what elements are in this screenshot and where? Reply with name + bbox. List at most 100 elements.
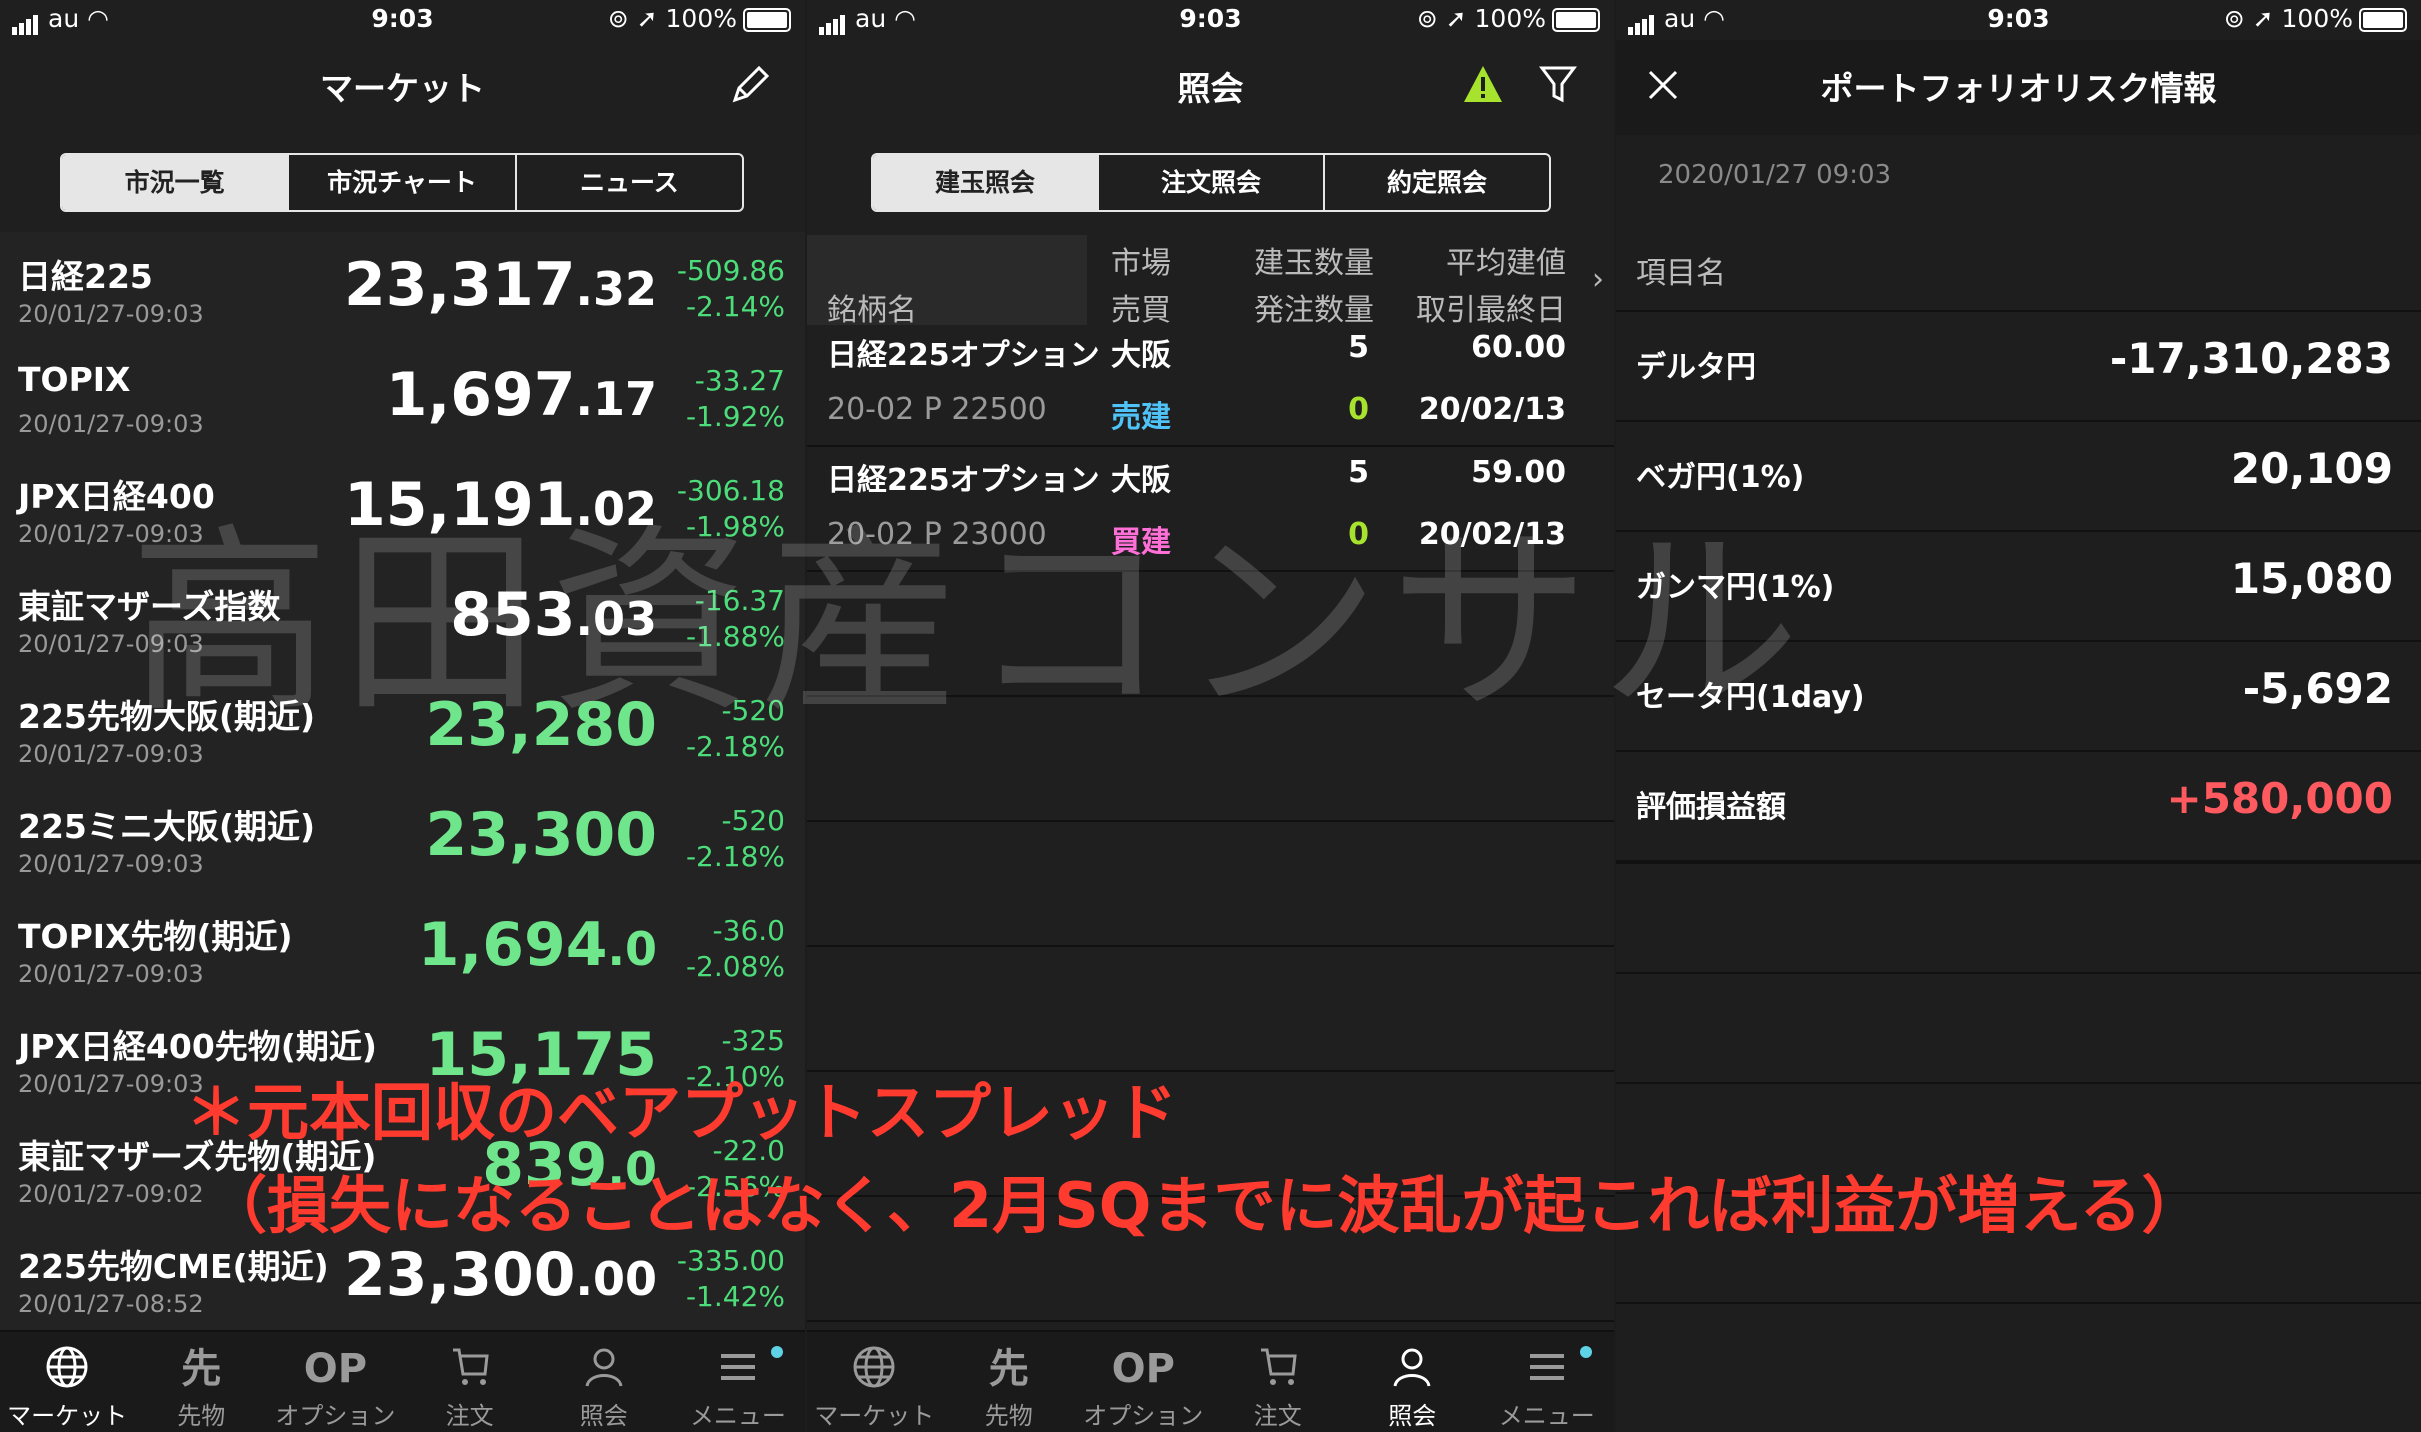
instrument-name: 225ミニ大阪(期近) <box>18 807 316 846</box>
market-row[interactable]: JPX日経400 20/01/27-09:03 15,191.02 -306.18 -1… <box>0 452 805 564</box>
warning-icon[interactable] <box>1462 64 1504 104</box>
cart-icon <box>1260 1348 1297 1385</box>
menu-list-icon <box>1529 1354 1564 1380</box>
row-divider <box>807 445 1614 447</box>
last-price: 23,280 <box>425 690 657 760</box>
tab-option[interactable]: OP オプション <box>268 1332 402 1432</box>
option-icon: OP <box>1111 1346 1175 1392</box>
position-code: 20-02 P 22500 <box>827 392 1047 427</box>
chevron-right-icon[interactable]: › <box>1592 262 1604 297</box>
tab-market[interactable]: マーケット <box>0 1332 134 1432</box>
instrument-name: JPX日経400 <box>18 477 215 516</box>
tab-market-chart[interactable]: 市況チャート <box>289 155 517 210</box>
tab-inquiry[interactable]: 照会 <box>1345 1332 1480 1432</box>
tab-label: メニュー <box>1498 1402 1595 1430</box>
badge-dot-icon <box>771 1346 784 1358</box>
header-qty: 建玉数量 <box>1254 246 1374 281</box>
market-row[interactable]: 東証マザーズ指数 20/01/27-09:03 853.03 -16.37 -1.88% <box>0 562 805 674</box>
row-divider <box>807 945 1614 947</box>
tab-market[interactable]: マーケット <box>807 1332 942 1432</box>
option-icon: OP <box>303 1346 368 1392</box>
divider <box>1616 310 2421 312</box>
nav-bar: マーケット <box>0 40 805 135</box>
position-qty: 5 <box>1348 330 1369 365</box>
percent-change: -1.98% <box>685 510 785 543</box>
tab-label: 先物 <box>177 1402 226 1430</box>
tab-futures[interactable]: 先先物 <box>942 1332 1077 1432</box>
futures-icon: 先 <box>181 1346 222 1392</box>
divider <box>1616 972 2421 974</box>
tab-label: オプション <box>275 1402 396 1430</box>
tab-menu[interactable]: メニュー <box>671 1332 805 1432</box>
header-order-qty: 発注数量 <box>1254 293 1374 328</box>
quote-time: 20/01/27-09:03 <box>18 520 204 548</box>
last-price: 1,694.0 <box>418 910 657 980</box>
tab-label: 照会 <box>579 1402 628 1430</box>
battery-label: 100% <box>2281 4 2353 33</box>
location-icon: ➚ <box>1445 4 1467 33</box>
position-avg-price: 60.00 <box>1471 330 1566 365</box>
position-last-day: 20/02/13 <box>1418 517 1566 552</box>
quote-time: 20/01/27-09:03 <box>18 850 204 878</box>
price-decimal: .03 <box>575 592 658 646</box>
position-market: 大阪 <box>1111 463 1171 498</box>
price-change: -306.18 <box>676 474 785 507</box>
tab-order[interactable]: 注文 <box>403 1332 537 1432</box>
market-row[interactable]: TOPIX 20/01/27-09:03 1,697.17 -33.27 -1.92% <box>0 342 805 454</box>
instrument-name: 225先物大阪(期近) <box>18 697 316 736</box>
instrument-name: 225先物CME(期近) <box>18 1247 329 1286</box>
market-row[interactable]: TOPIX先物(期近) 20/01/27-09:03 1,694.0 -36.0 -2.… <box>0 892 805 1004</box>
page-title: ポートフォリオリスク情報 <box>1820 69 2217 108</box>
position-order-qty: 0 <box>1348 392 1369 427</box>
battery-icon <box>1552 8 1600 32</box>
quote-time: 20/01/27-09:03 <box>18 960 204 988</box>
tab-market-list[interactable]: 市況一覧 <box>62 155 290 210</box>
edit-pencil-icon[interactable] <box>727 60 775 108</box>
header-market: 市場 <box>1111 246 1171 281</box>
menu-list-icon <box>720 1354 755 1380</box>
percent-change: -2.18% <box>685 730 785 763</box>
tab-order[interactable]: 注文 <box>1211 1332 1346 1432</box>
quote-time: 20/01/27-09:02 <box>18 1180 204 1208</box>
tab-futures[interactable]: 先先物 <box>134 1332 268 1432</box>
tab-menu[interactable]: メニュー <box>1480 1332 1615 1432</box>
price-integer: 1,694 <box>417 910 608 980</box>
row-divider <box>807 1070 1614 1072</box>
tab-option[interactable]: OP オプション <box>1076 1332 1211 1432</box>
risk-label: ガンマ円(1%) <box>1636 570 1835 605</box>
price-change: -520 <box>721 804 785 837</box>
annotation-line1: ＊元本回収のベアプットスプレッド <box>185 1076 1178 1149</box>
tab-bar: マーケット先先物 OP オプション 注文 照会 メニュー <box>807 1330 1614 1432</box>
instrument-name: TOPIX <box>18 360 131 399</box>
price-change: -520 <box>721 694 785 727</box>
risk-timestamp: 2020/01/27 09:03 <box>1658 160 1892 190</box>
tab-execution-inquiry[interactable]: 約定照会 <box>1325 155 1549 210</box>
tab-position-inquiry[interactable]: 建玉照会 <box>873 155 1099 210</box>
badge-dot-icon <box>1580 1346 1592 1358</box>
row-divider <box>807 695 1614 697</box>
price-change: -325 <box>721 1024 785 1057</box>
market-row[interactable]: 225先物大阪(期近) 20/01/27-09:03 23,280 -520 -2.18… <box>0 672 805 784</box>
market-segment-control: 市況一覧 市況チャート ニュース <box>60 153 744 212</box>
tab-news[interactable]: ニュース <box>517 155 742 210</box>
position-qty: 5 <box>1348 455 1369 490</box>
tab-inquiry[interactable]: 照会 <box>537 1332 671 1432</box>
header-last-day: 取引最終日 <box>1416 293 1566 328</box>
instrument-name: TOPIX先物(期近) <box>18 917 293 956</box>
risk-value: +580,000 <box>2166 774 2394 823</box>
tab-order-inquiry[interactable]: 注文照会 <box>1099 155 1325 210</box>
position-name: 日経225オプション <box>827 463 1100 498</box>
filter-icon[interactable] <box>1538 64 1578 104</box>
position-last-day: 20/02/13 <box>1418 392 1566 427</box>
percent-change: -2.18% <box>685 840 785 873</box>
page-title: マーケット <box>320 69 485 108</box>
risk-label: セータ円(1day) <box>1636 680 1865 715</box>
market-row[interactable]: 日経225 20/01/27-09:03 23,317.32 -509.86 -2.14… <box>0 232 805 344</box>
price-integer: 15,191 <box>343 470 576 540</box>
price-integer: 1,697 <box>385 360 576 430</box>
position-avg-price: 59.00 <box>1471 455 1566 490</box>
futures-icon: 先 <box>988 1346 1029 1392</box>
price-decimal: .32 <box>575 262 658 316</box>
tab-label: マーケット <box>814 1402 935 1430</box>
market-row[interactable]: 225ミニ大阪(期近) 20/01/27-09:03 23,300 -520 -2.18… <box>0 782 805 894</box>
